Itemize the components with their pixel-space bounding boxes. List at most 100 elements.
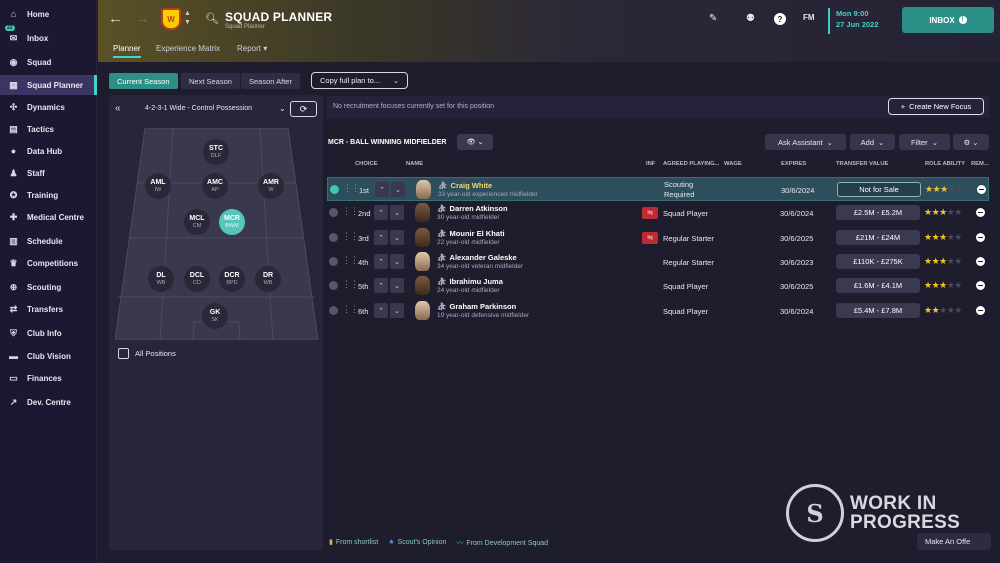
create-new-focus-button[interactable]: + Create New Focus [888,98,984,115]
season-current-button[interactable]: Current Season [109,73,178,89]
season-after-button[interactable]: Season After [241,73,300,89]
sidebar-item-medical-centre[interactable]: ✚ Medical Centre [0,207,97,227]
move-down-button[interactable]: ⌄ [390,230,404,245]
all-positions-checkbox[interactable] [118,348,129,359]
collapse-panel-icon[interactable]: « [115,103,121,114]
sidebar-item-tactics[interactable]: ▤ Tactics [0,119,97,139]
player-name[interactable]: ⛹︎ Alexander Galeske [437,253,517,262]
move-up-button[interactable]: ⌃ [374,278,388,293]
drag-handle-icon[interactable]: ⋮⋮ [342,279,359,290]
transfer-value[interactable]: £1.6M - £4.1M [836,278,920,293]
transfer-value[interactable]: Not for Sale [837,182,921,197]
move-up-button[interactable]: ⌃ [375,182,389,197]
drag-handle-icon[interactable]: ⋮⋮ [343,183,360,194]
drag-handle-icon[interactable]: ⋮⋮ [342,304,359,315]
remove-player-button[interactable] [976,257,985,266]
table-row[interactable]: ⋮⋮ 6th ⌃ ⌄ ⛹︎ Graham Parkinson 19 year-old def… [327,299,989,323]
remove-player-button[interactable] [976,208,985,217]
transfer-value[interactable]: £5.4M - £7.8M [836,303,920,318]
column-header-transfer-value[interactable]: TRANSFER VALUE [836,161,888,167]
move-down-button[interactable]: ⌄ [390,303,404,318]
sidebar-item-training[interactable]: ✪ Training [0,185,97,205]
pitch-position-dcl[interactable]: DCL CD [184,266,210,292]
sidebar-item-squad[interactable]: ◉ Squad [0,52,97,72]
sidebar-item-staff[interactable]: ♟ Staff [0,163,97,183]
chevron-down-icon[interactable]: ⌄ [279,104,286,113]
search-icon[interactable]: 🔍︎ [205,12,219,25]
ask-assistant-button[interactable]: Ask Assistant ⌄ [765,134,846,150]
pitch-position-mcl[interactable]: MCL CM [184,209,210,235]
column-header-expires[interactable]: EXPIRES [781,161,806,167]
drag-handle-icon[interactable]: ⋮⋮ [342,206,359,217]
pitch-position-aml[interactable]: AML IW [145,173,171,199]
pitch-position-stc[interactable]: STC DLF [203,139,229,165]
sidebar-item-scouting[interactable]: ⊕ Scouting [0,277,97,297]
pitch-position-amc[interactable]: AMC AP [202,173,228,199]
player-name[interactable]: ⛹︎ Darren Atkinson [437,204,508,213]
row-select-radio[interactable] [329,208,338,217]
filter-button[interactable]: Filter ⌄ [899,134,950,150]
make-an-offer-button[interactable]: Make An Offe [917,533,991,550]
column-header-agreed-playing[interactable]: AGREED PLAYING... [663,161,719,167]
player-name[interactable]: ⛹︎ Mounir El Khati [437,229,505,238]
row-select-radio[interactable] [330,185,339,194]
pitch-position-gk[interactable]: GK SK [202,303,228,329]
drag-handle-icon[interactable]: ⋮⋮ [342,255,359,266]
sidebar-item-data-hub[interactable]: ● Data Hub [0,141,97,161]
transfer-value[interactable]: £2.5M - £5.2M [836,205,920,220]
table-row[interactable]: ⋮⋮ 3rd ⌃ ⌄ ⛹︎ Mounir El Khati 22 year-old midf… [327,226,989,250]
column-header-wage[interactable]: WAGE [724,161,742,167]
transfer-value[interactable]: £21M - £24M [836,230,920,245]
move-down-button[interactable]: ⌄ [391,182,405,197]
tab-report[interactable]: Report ▾ [237,44,267,53]
back-arrow-icon[interactable]: ← [108,10,123,27]
forward-arrow-icon[interactable]: → [135,10,150,27]
settings-button[interactable]: ⚙ ⌄ [953,134,989,150]
sidebar-item-squad-planner[interactable]: ▦ Squad Planner [0,75,97,95]
column-header-choice[interactable]: CHOICE [355,161,378,167]
sidebar-item-home[interactable]: ⌂ Home [0,4,97,24]
pitch-position-dr[interactable]: DR WB [255,266,281,292]
pitch-position-mcr[interactable]: MCR BWM [219,209,245,235]
table-row[interactable]: ⋮⋮ 1st ⌃ ⌄ ⛹︎ Craig White 33 year-old experien… [327,177,989,201]
tab-planner[interactable]: Planner [113,44,141,58]
table-row[interactable]: ⋮⋮ 4th ⌃ ⌄ ⛹︎ Alexander Galeske 34 year-old ve… [327,250,989,274]
formation-select[interactable]: 4-2-3-1 Wide - Control Possession [145,105,252,112]
column-header-inf[interactable]: INF [646,161,655,167]
row-select-radio[interactable] [329,306,338,315]
sidebar-item-finances[interactable]: ▭ Finances [0,368,97,388]
table-row[interactable]: ⋮⋮ 5th ⌃ ⌄ ⛹︎ Ibrahimu Juma 24 year-old midfie… [327,274,989,298]
world-icon[interactable]: ⚉ [746,13,755,24]
table-row[interactable]: ⋮⋮ 2nd ⌃ ⌄ ⛹︎ Darren Atkinson 30 year-old midf… [327,201,989,225]
transfer-value[interactable]: £110K - £275K [836,254,920,269]
row-select-radio[interactable] [329,257,338,266]
sidebar-item-dev-centre[interactable]: ↗ Dev. Centre [0,392,97,412]
remove-player-button[interactable] [976,233,985,242]
club-crest[interactable]: W [161,8,181,30]
sidebar-item-competitions[interactable]: ♛ Competitions [0,253,97,273]
pitch-position-amr[interactable]: AMR W [258,173,284,199]
copy-plan-dropdown[interactable]: Copy full plan to... ⌄ [311,72,408,89]
drag-handle-icon[interactable]: ⋮⋮ [342,231,359,242]
column-header-name[interactable]: NAME [406,161,423,167]
player-name[interactable]: ⛹︎ Graham Parkinson [437,302,516,311]
move-down-button[interactable]: ⌄ [390,254,404,269]
remove-player-button[interactable] [976,306,985,315]
column-header-remove[interactable]: REM... [971,161,989,167]
player-name[interactable]: ⛹︎ Ibrahimu Juma [437,277,503,286]
sidebar-item-inbox[interactable]: ✉ 22 Inbox [0,25,97,48]
move-up-button[interactable]: ⌃ [374,230,388,245]
sidebar-item-transfers[interactable]: ⇄ Transfers [0,299,97,319]
add-button[interactable]: Add ⌄ [850,134,895,150]
remove-player-button[interactable] [977,185,986,194]
move-up-button[interactable]: ⌃ [374,254,388,269]
edit-icon[interactable]: ✎ [709,13,717,24]
sidebar-item-dynamics[interactable]: ✣ Dynamics [0,97,97,117]
sidebar-item-club-vision[interactable]: ▬ Club Vision [0,346,97,366]
pitch-position-dl[interactable]: DL WB [148,266,174,292]
sidebar-item-club-info[interactable]: ⛨ Club Info [0,323,97,343]
club-switch-arrows-icon[interactable]: ▲ ▼ [184,9,191,27]
view-options-button[interactable]: 👁︎ ⌄ [457,134,493,150]
game-date[interactable]: Mon 9:00 27 Jun 2022 [828,8,892,34]
pitch-position-dcr[interactable]: DCR BPD [219,266,245,292]
